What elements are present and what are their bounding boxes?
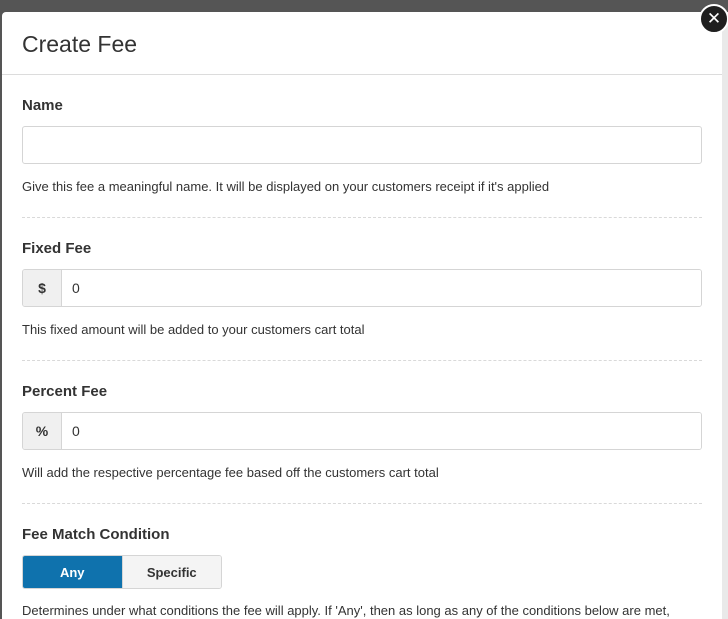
fixed-fee-input-group: $: [22, 269, 702, 307]
name-label: Name: [22, 97, 63, 114]
name-section: Name Give this fee a meaningful name. It…: [22, 75, 702, 218]
percent-fee-label: Percent Fee: [22, 383, 108, 400]
fixed-fee-label: Fixed Fee: [22, 240, 92, 257]
create-fee-modal: Create Fee Name Give this fee a meaningf…: [2, 12, 722, 619]
modal-title: Create Fee: [22, 30, 138, 57]
percent-fee-input[interactable]: [62, 413, 701, 449]
specific-option-button[interactable]: Specific: [121, 556, 221, 588]
modal-header: Create Fee: [2, 12, 722, 75]
percent-addon: %: [23, 413, 62, 449]
percent-fee-help-text: Will add the respective percentage fee b…: [22, 465, 439, 480]
match-condition-section: Fee Match Condition Any Specific Determi…: [22, 504, 702, 619]
fixed-fee-section: Fixed Fee $ This fixed amount will be ad…: [22, 218, 702, 361]
percent-fee-section: Percent Fee % Will add the respective pe…: [22, 361, 702, 504]
any-option-button[interactable]: Any: [23, 556, 122, 588]
match-condition-label: Fee Match Condition: [22, 526, 170, 543]
close-icon[interactable]: ✕: [699, 4, 728, 34]
percent-fee-input-group: %: [22, 412, 702, 450]
fixed-fee-input[interactable]: [62, 270, 701, 306]
fixed-fee-help-text: This fixed amount will be added to your …: [22, 322, 365, 337]
modal-body: Name Give this fee a meaningful name. It…: [2, 75, 722, 619]
match-condition-help-text: Determines under what conditions the fee…: [22, 603, 670, 618]
match-condition-toggle: Any Specific: [22, 555, 222, 589]
name-input[interactable]: [22, 126, 702, 164]
background-page-edge: [722, 12, 728, 619]
dollar-addon: $: [23, 270, 62, 306]
name-help-text: Give this fee a meaningful name. It will…: [22, 179, 550, 194]
